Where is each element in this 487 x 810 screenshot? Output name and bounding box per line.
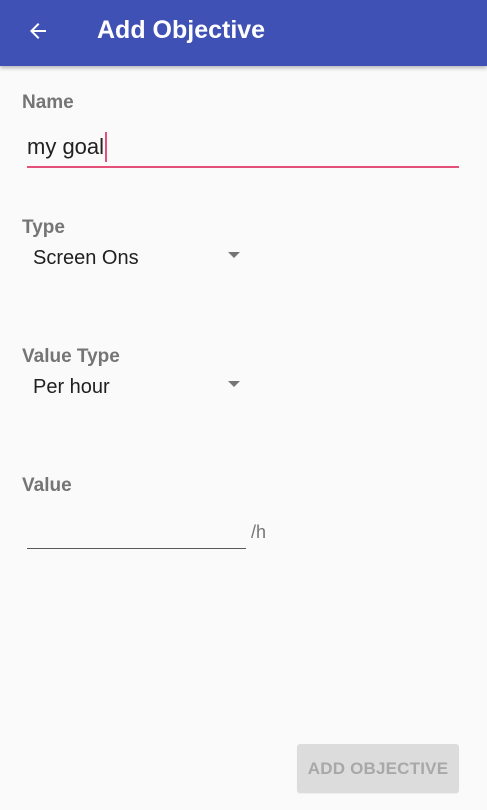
type-label: Type <box>22 217 65 238</box>
type-spinner-value: Screen Ons <box>33 247 139 269</box>
value-type-spinner-value: Per hour <box>33 376 110 398</box>
type-spinner[interactable]: Screen Ons <box>22 238 244 278</box>
page-title: Add Objective <box>97 16 266 44</box>
text-caret <box>105 132 108 162</box>
value-type-label: Value Type <box>22 346 120 367</box>
dropdown-arrow-icon <box>228 252 240 258</box>
value-type-spinner[interactable]: Per hour <box>22 367 244 407</box>
dropdown-arrow-icon <box>228 381 240 387</box>
name-label: Name <box>22 92 74 113</box>
name-input[interactable]: my goal <box>27 128 108 166</box>
add-objective-button[interactable]: ADD OBJECTIVE <box>297 744 459 793</box>
name-input-value: my goal <box>27 134 105 159</box>
back-button[interactable] <box>16 9 60 53</box>
name-underline <box>27 166 459 168</box>
value-input[interactable] <box>27 515 246 549</box>
name-field[interactable]: my goal <box>27 128 459 170</box>
value-label: Value <box>22 475 72 496</box>
unit-label: /h <box>251 522 267 542</box>
value-underline <box>27 548 246 549</box>
arrow-back-icon <box>30 23 46 39</box>
app-bar: Add Objective <box>0 0 487 66</box>
